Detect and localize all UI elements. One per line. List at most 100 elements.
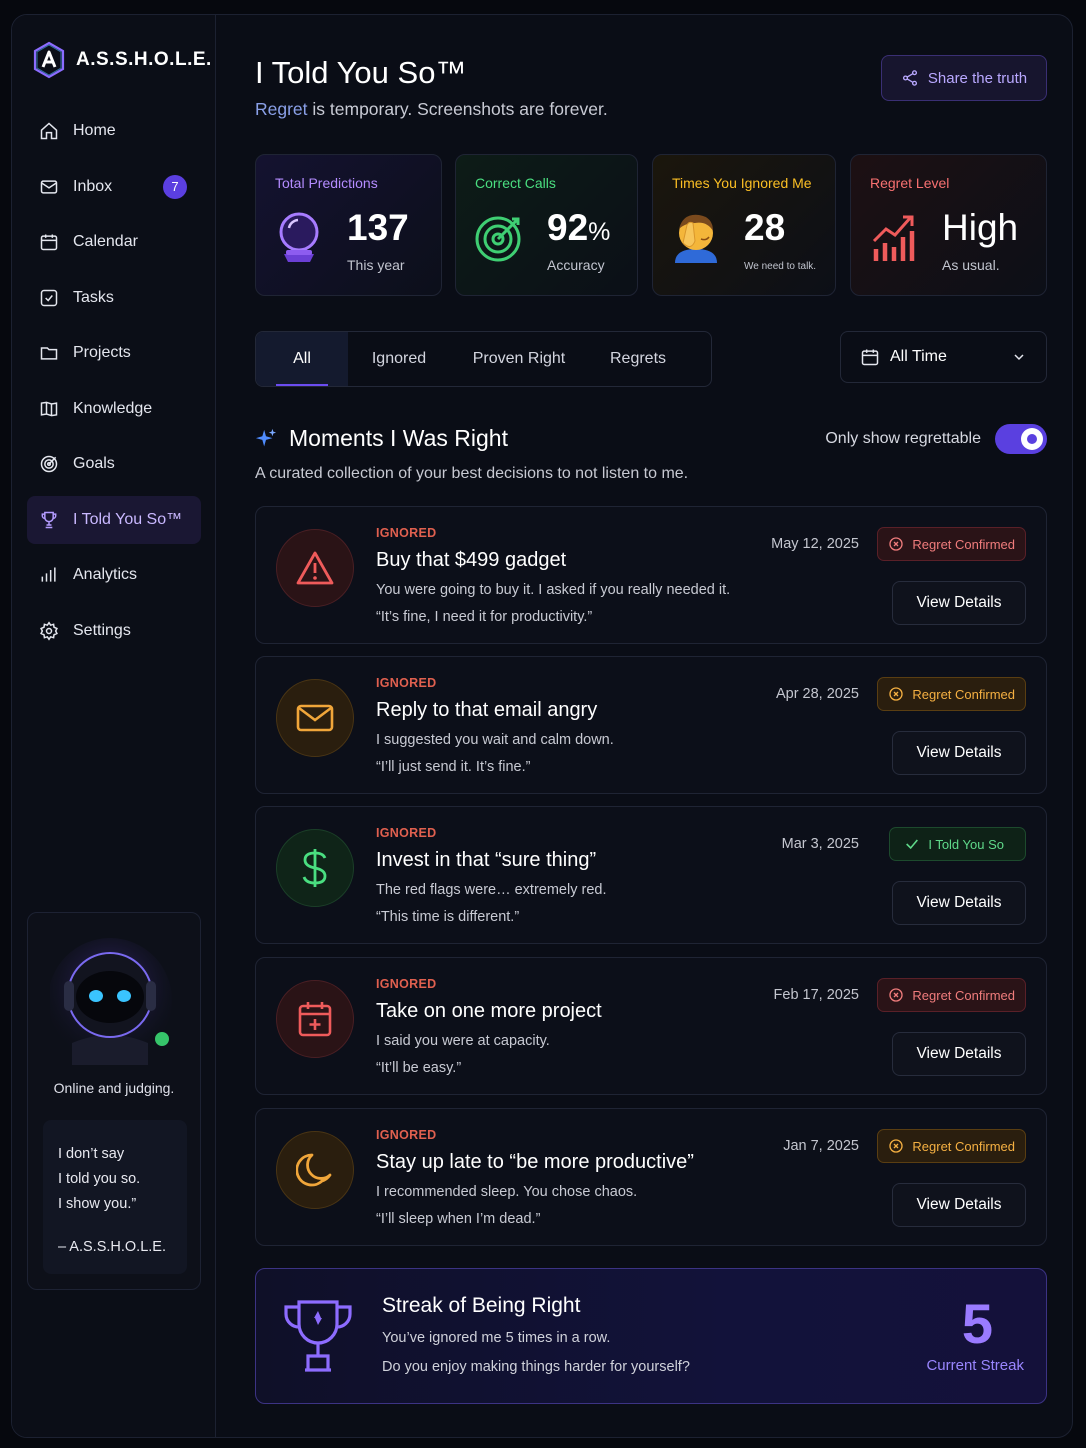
brand-name: A.S.S.H.O.L.E. — [76, 49, 212, 70]
streak-card: Streak of Being Right You’ve ignored me … — [255, 1268, 1047, 1404]
stat-card-total-predictions: Total Predictions 137 This year — [255, 154, 442, 296]
facepalm-icon — [675, 214, 717, 263]
card-date: Apr 28, 2025 — [775, 686, 859, 702]
moment-card: IGNORED Invest in that “sure thing” The … — [255, 806, 1047, 944]
time-range-select[interactable]: All Time — [840, 331, 1047, 383]
stat-value: High — [942, 207, 1019, 248]
bar-chart-icon — [41, 567, 56, 582]
card-quote: “I’ll just send it. It’s fine.” — [376, 759, 531, 775]
quote-line: I show you.” — [58, 1196, 137, 1212]
check-icon — [906, 839, 919, 850]
stat-label: Times You Ignored Me — [672, 175, 812, 191]
sidebar-item-label: Tasks — [73, 288, 114, 306]
filter-tabs: All Ignored Proven Right Regrets — [255, 331, 712, 387]
assistant-card: Online and judging. I don’t say I told y… — [27, 912, 201, 1290]
robot-avatar — [50, 938, 172, 1065]
stat-label: Regret Level — [870, 175, 950, 191]
stat-label: Total Predictions — [275, 175, 378, 191]
sidebar-item-label: Home — [73, 122, 116, 139]
x-circle-icon — [889, 687, 904, 701]
regrettable-toggle[interactable] — [995, 424, 1047, 454]
quote-author: – A.S.S.H.O.L.E. — [58, 1239, 166, 1255]
stat-number: 92 — [547, 207, 589, 248]
share-button[interactable]: Share the truth — [881, 55, 1047, 101]
card-icon-circle — [276, 1131, 354, 1209]
card-quote: “This time is different.” — [376, 909, 520, 925]
stat-sub: We need to talk. — [744, 261, 817, 272]
gear-icon — [40, 620, 58, 641]
book-icon — [40, 401, 58, 416]
sidebar-item-label: Inbox — [73, 177, 113, 195]
app-window: A.S.S.H.O.L.E. Home Inbox 7 Calendar Tas… — [11, 14, 1073, 1438]
tab-all[interactable]: All — [256, 332, 348, 386]
view-details-button[interactable]: View Details — [892, 1183, 1026, 1227]
sidebar-item-home[interactable]: Home — [27, 107, 201, 155]
section-title: Moments I Was Right — [289, 425, 508, 451]
calendar-plus-icon — [298, 1002, 332, 1037]
brand[interactable]: A.S.S.H.O.L.E. — [32, 41, 212, 79]
status-label: Regret Confirmed — [912, 686, 1015, 702]
status-label: Regret Confirmed — [912, 536, 1015, 552]
sparkle-icon — [255, 428, 277, 446]
sidebar-item-settings[interactable]: Settings — [27, 607, 201, 655]
streak-label: Current Streak — [926, 1357, 1024, 1374]
sidebar-item-calendar[interactable]: Calendar — [27, 218, 201, 266]
sidebar-item-tasks[interactable]: Tasks — [27, 274, 201, 322]
tab-ignored[interactable]: Ignored — [348, 332, 450, 386]
stat-card-correct-calls: Correct Calls 92% Accuracy — [455, 154, 638, 296]
quote-line: I told you so. — [58, 1171, 141, 1187]
streak-count: 5 — [961, 1292, 993, 1355]
card-tag: IGNORED — [376, 977, 437, 991]
card-title: Invest in that “sure thing” — [376, 849, 597, 871]
time-range-value: All Time — [890, 348, 947, 365]
card-icon-circle — [276, 679, 354, 757]
view-details-button[interactable]: View Details — [892, 881, 1026, 925]
mail-icon — [40, 179, 58, 194]
status-label: Regret Confirmed — [912, 1138, 1015, 1154]
view-details-button[interactable]: View Details — [892, 1032, 1026, 1076]
page-title: I Told You So™ — [255, 55, 467, 90]
sidebar-item-label: I Told You So™ — [73, 510, 183, 528]
card-description: The red flags were… extremely red. — [376, 882, 607, 898]
card-title: Reply to that email angry — [376, 699, 598, 721]
sidebar-item-projects[interactable]: Projects — [27, 329, 201, 377]
card-tag: IGNORED — [376, 1128, 437, 1142]
card-title: Buy that $499 gadget — [376, 549, 567, 571]
status-badge: Regret Confirmed — [877, 527, 1026, 561]
tab-proven-right[interactable]: Proven Right — [450, 332, 588, 386]
stat-value: 137 — [347, 207, 409, 248]
sidebar-item-knowledge[interactable]: Knowledge — [27, 385, 201, 433]
card-title: Stay up late to “be more productive” — [376, 1151, 694, 1173]
status-badge: Regret Confirmed — [877, 1129, 1026, 1163]
trophy-icon — [41, 511, 57, 528]
moon-icon — [296, 1153, 332, 1187]
x-circle-icon — [889, 988, 904, 1002]
check-square-icon — [40, 289, 58, 306]
status-badge: Regret Confirmed — [877, 978, 1026, 1012]
dollar-icon — [302, 849, 327, 887]
card-description: You were going to buy it. I asked if you… — [376, 582, 731, 598]
sidebar-item-i-told-you-so[interactable]: I Told You So™ — [27, 495, 201, 544]
status-label: Regret Confirmed — [912, 987, 1015, 1003]
share-icon — [902, 70, 917, 86]
stat-label: Correct Calls — [475, 175, 556, 191]
warning-icon — [296, 551, 334, 585]
page-subtitle: Regret is temporary. Screenshots are for… — [255, 99, 608, 120]
sidebar-item-analytics[interactable]: Analytics — [27, 551, 201, 599]
sidebar-item-label: Projects — [73, 344, 131, 361]
sidebar-item-goals[interactable]: Goals — [27, 440, 201, 488]
stat-card-regret-level: Regret Level High As usual. — [850, 154, 1047, 296]
card-quote: “It’ll be easy.” — [376, 1060, 462, 1076]
card-icon-circle — [276, 529, 354, 607]
view-details-button[interactable]: View Details — [892, 731, 1026, 775]
quote-line: I don’t say — [58, 1146, 125, 1162]
tab-regrets[interactable]: Regrets — [588, 332, 688, 386]
calendar-icon — [861, 349, 879, 366]
stat-sub: This year — [347, 257, 405, 273]
sidebar-item-inbox[interactable]: Inbox 7 — [27, 163, 201, 211]
main-content: I Told You So™ Regret is temporary. Scre… — [255, 15, 1047, 1437]
folder-icon — [40, 347, 58, 360]
card-date: Mar 3, 2025 — [781, 836, 859, 852]
inbox-count-badge: 7 — [163, 174, 187, 199]
view-details-button[interactable]: View Details — [892, 581, 1026, 625]
